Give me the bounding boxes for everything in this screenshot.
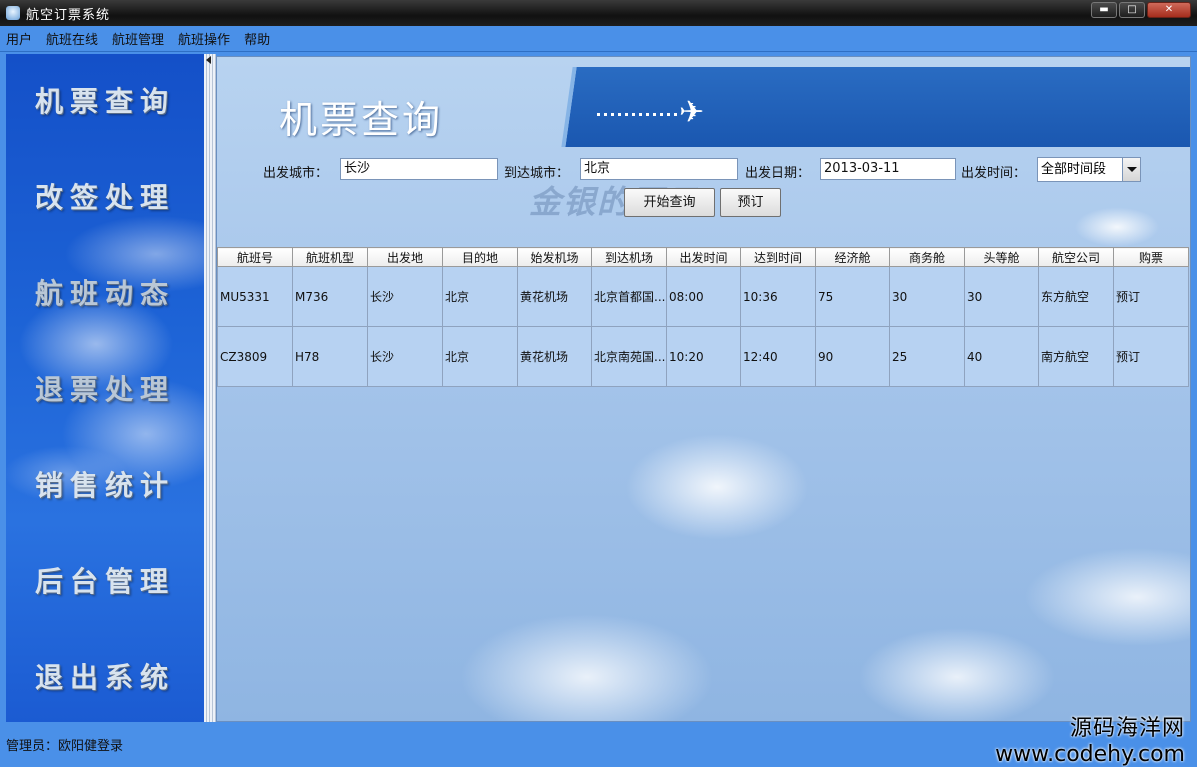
col-arr-airport[interactable]: 到达机场 [591,247,667,267]
nav-exit[interactable]: 退出系统 [6,656,204,696]
table-row[interactable]: CZ3809 H78 长沙 北京 黄花机场 北京南苑国... 10:20 12:… [217,326,1189,387]
date-input[interactable]: 2013-03-11 [820,158,956,180]
app-icon [6,6,20,20]
status-bar: 管理员：欧阳健登录 源码海洋网 www.codehy.com [0,716,1197,767]
col-flight-no[interactable]: 航班号 [217,247,293,267]
menu-user[interactable]: 用户 [6,29,32,48]
cell-arr-time[interactable]: 10:36 [740,266,816,327]
to-city-label: 到达城市： [504,166,570,181]
nav-change-ticket[interactable]: 改签处理 [6,176,204,216]
login-status: 管理员：欧阳健登录 [6,739,124,754]
cell-airline[interactable]: 南方航空 [1038,326,1114,387]
menu-flight-online[interactable]: 航班在线 [46,29,98,48]
title-bar: 航空订票系统 ▬ □ ✕ [0,0,1197,26]
col-destination[interactable]: 目的地 [442,247,518,267]
col-first[interactable]: 头等舱 [964,247,1039,267]
airplane-icon: ✈ [679,95,705,130]
window-title: 航空订票系统 [26,7,111,23]
time-select[interactable]: 全部时间段 [1037,157,1141,182]
cell-dep-time[interactable]: 10:20 [666,326,741,387]
cell-dep-airport[interactable]: 黄花机场 [517,326,592,387]
cell-business[interactable]: 30 [889,266,965,327]
cell-aircraft[interactable]: H78 [292,326,368,387]
close-button[interactable]: ✕ [1147,2,1191,18]
site-watermark-name: 源码海洋网 [1069,716,1185,741]
cell-dep-time[interactable]: 08:00 [666,266,741,327]
table-row[interactable]: MU5331 M736 长沙 北京 黄花机场 北京首都国... 08:00 10… [217,266,1189,327]
minimize-button[interactable]: ▬ [1091,2,1117,18]
date-label: 出发日期： [745,166,811,181]
cell-origin[interactable]: 长沙 [367,266,443,327]
nav-ticket-query[interactable]: 机票查询 [6,80,204,120]
book-button[interactable]: 预订 [720,188,781,217]
nav-sales-stats[interactable]: 销售统计 [6,464,204,504]
search-form: 出发城市： 长沙 到达城市： 北京 出发日期： 2013-03-11 出发时间：… [217,157,1190,182]
col-economy[interactable]: 经济舱 [815,247,890,267]
collapse-arrow-icon[interactable] [206,56,211,64]
cell-aircraft[interactable]: M736 [292,266,368,327]
site-watermark-url: www.codehy.com [995,742,1185,767]
col-business[interactable]: 商务舱 [889,247,965,267]
nav-flight-status[interactable]: 航班动态 [6,272,204,312]
window-controls: ▬ □ ✕ [1091,2,1191,18]
col-airline[interactable]: 航空公司 [1038,247,1114,267]
col-arr-time[interactable]: 达到时间 [740,247,816,267]
search-button[interactable]: 开始查询 [624,188,715,217]
menu-flight-operate[interactable]: 航班操作 [178,29,230,48]
split-pane-divider[interactable] [204,54,216,722]
chevron-down-icon[interactable] [1122,158,1140,181]
maximize-button[interactable]: □ [1119,2,1145,18]
cell-destination[interactable]: 北京 [442,266,518,327]
banner-dots [597,113,677,116]
to-city-input[interactable]: 北京 [580,158,738,180]
col-aircraft[interactable]: 航班机型 [292,247,368,267]
cell-flight-no[interactable]: MU5331 [217,266,293,327]
from-city-label: 出发城市： [263,166,329,181]
cell-first[interactable]: 30 [964,266,1039,327]
flight-table: 航班号 航班机型 出发地 目的地 始发机场 到达机场 出发时间 达到时间 经济舱… [217,247,1189,387]
cell-business[interactable]: 25 [889,326,965,387]
cell-destination[interactable]: 北京 [442,326,518,387]
cell-economy[interactable]: 75 [815,266,890,327]
cell-arr-airport[interactable]: 北京首都国... [591,266,667,327]
col-origin[interactable]: 出发地 [367,247,443,267]
time-label: 出发时间： [961,166,1027,181]
menu-help[interactable]: 帮助 [244,29,270,48]
cell-flight-no[interactable]: CZ3809 [217,326,293,387]
col-dep-time[interactable]: 出发时间 [666,247,741,267]
cell-economy[interactable]: 90 [815,326,890,387]
cell-airline[interactable]: 东方航空 [1038,266,1114,327]
nav-refund[interactable]: 退票处理 [6,368,204,408]
nav-admin[interactable]: 后台管理 [6,560,204,600]
page-title: 机票查询 [279,98,444,142]
site-watermark: 源码海洋网 www.codehy.com [995,710,1185,767]
banner-graphic [561,67,1190,147]
menu-flight-manage[interactable]: 航班管理 [112,29,164,48]
cell-arr-time[interactable]: 12:40 [740,326,816,387]
main-panel: ✈ 机票查询 金银的豆子 出发城市： 长沙 到达城市： 北京 出发日期： 201… [216,56,1191,722]
from-city-input[interactable]: 长沙 [340,158,498,180]
cell-dep-airport[interactable]: 黄花机场 [517,266,592,327]
cell-arr-airport[interactable]: 北京南苑国... [591,326,667,387]
col-dep-airport[interactable]: 始发机场 [517,247,592,267]
side-nav: 机票查询 改签处理 航班动态 退票处理 销售统计 后台管理 退出系统 [6,54,204,722]
cell-origin[interactable]: 长沙 [367,326,443,387]
cell-first[interactable]: 40 [964,326,1039,387]
col-purchase[interactable]: 购票 [1113,247,1189,267]
cell-book-link[interactable]: 预订 [1113,266,1189,327]
time-select-value: 全部时间段 [1041,162,1107,177]
cell-book-link[interactable]: 预订 [1113,326,1189,387]
menu-bar: 用户 航班在线 航班管理 航班操作 帮助 [0,26,1197,52]
table-header-row: 航班号 航班机型 出发地 目的地 始发机场 到达机场 出发时间 达到时间 经济舱… [217,247,1189,267]
